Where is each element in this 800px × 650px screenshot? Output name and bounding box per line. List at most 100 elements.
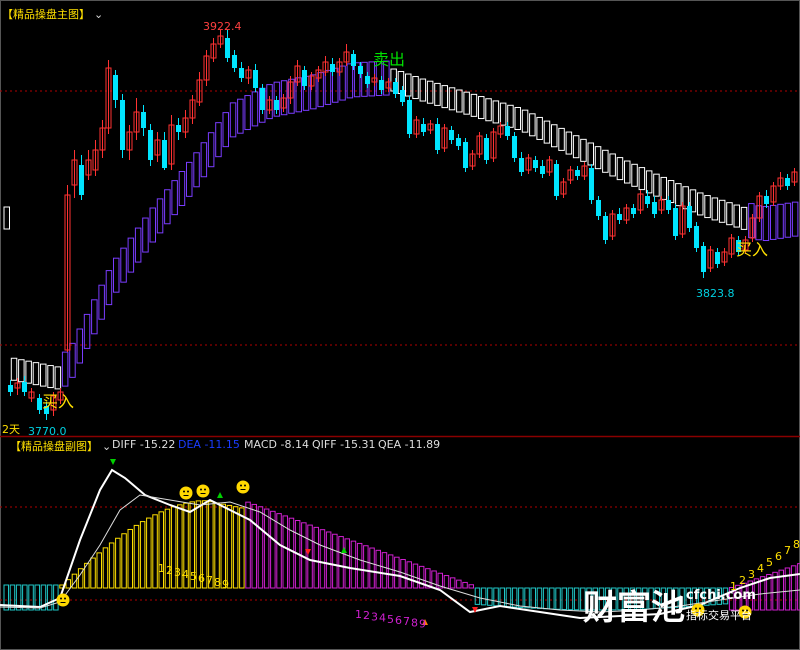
chevron-down-icon[interactable]: ⌄ bbox=[102, 440, 111, 453]
histogram-bar bbox=[456, 579, 462, 589]
histogram-bar bbox=[220, 503, 226, 589]
smiley-icon bbox=[244, 484, 246, 487]
band-box bbox=[675, 183, 682, 207]
band-box bbox=[18, 359, 25, 383]
histogram-bar bbox=[518, 587, 524, 608]
histogram-bar bbox=[449, 577, 456, 589]
band-box bbox=[697, 192, 704, 216]
candle-body bbox=[239, 68, 244, 78]
histogram-bar bbox=[121, 533, 127, 589]
count-label: 8 bbox=[411, 616, 418, 629]
band-box bbox=[638, 167, 646, 191]
candle-body bbox=[176, 125, 181, 132]
indicator-dea: DEA -11.15 bbox=[178, 438, 240, 451]
candle-body bbox=[715, 252, 720, 264]
candle-body bbox=[456, 138, 461, 146]
histogram-bar bbox=[133, 524, 140, 589]
band-box bbox=[726, 202, 733, 226]
histogram-bar bbox=[493, 587, 499, 607]
count-label: 5 bbox=[766, 556, 773, 569]
band-box bbox=[83, 313, 91, 349]
count-label: 5 bbox=[190, 570, 197, 583]
candle-body bbox=[302, 70, 307, 86]
histogram-bar bbox=[431, 570, 437, 589]
band-box bbox=[149, 207, 156, 243]
candle-body bbox=[162, 140, 167, 168]
candle-body bbox=[260, 88, 265, 110]
candle-body bbox=[617, 214, 622, 220]
candle-body bbox=[589, 168, 594, 200]
candle-body bbox=[505, 126, 510, 136]
count-label: 9 bbox=[419, 618, 426, 631]
band-box bbox=[558, 127, 565, 151]
count-label: 3 bbox=[748, 568, 755, 581]
band-box bbox=[32, 362, 40, 386]
candle-body bbox=[358, 66, 363, 74]
candle-body bbox=[694, 226, 699, 248]
histogram-bar bbox=[46, 584, 53, 611]
band-box bbox=[419, 78, 427, 102]
band-box bbox=[631, 163, 638, 187]
band-box bbox=[456, 89, 463, 113]
histogram-bar bbox=[102, 547, 109, 589]
histogram-bar bbox=[319, 529, 326, 589]
band-box bbox=[229, 102, 237, 138]
smiley-icon bbox=[187, 490, 189, 493]
histogram-bar bbox=[307, 524, 313, 589]
band-box bbox=[412, 76, 419, 100]
sell-signal: 卖出 bbox=[373, 50, 406, 69]
indicator-macd: MACD -8.14 bbox=[244, 438, 309, 451]
band-box bbox=[784, 202, 792, 238]
histogram-bar bbox=[158, 511, 164, 589]
sub-panel-title-text: 【精品操盘副图】 bbox=[10, 440, 98, 453]
main-panel-title-text: 【精品操盘主图】 bbox=[2, 8, 90, 21]
smiley-icon bbox=[183, 490, 185, 493]
count-label: 7 bbox=[784, 544, 791, 557]
count-label: 8 bbox=[214, 576, 221, 589]
band-box bbox=[164, 189, 171, 225]
histogram-bar bbox=[90, 557, 96, 589]
main-panel-title[interactable]: 【精品操盘主图】 ⌄ bbox=[2, 6, 103, 22]
histogram-bar bbox=[412, 563, 419, 589]
band-box bbox=[3, 206, 10, 230]
band-box bbox=[434, 82, 441, 106]
arrow-up-icon bbox=[217, 492, 223, 498]
high-price-label: 3922.4 bbox=[203, 20, 242, 33]
period-label: 2天 bbox=[2, 423, 20, 436]
band-box bbox=[127, 237, 135, 273]
histogram-bar bbox=[239, 507, 245, 589]
candle-body bbox=[512, 136, 517, 158]
band-box bbox=[529, 113, 536, 137]
band-box bbox=[777, 203, 784, 239]
band-box bbox=[667, 180, 675, 204]
watermark-tagline: 指标交易平台 bbox=[686, 609, 752, 622]
band-box bbox=[61, 351, 69, 387]
low-price-label-right: 3823.8 bbox=[696, 287, 735, 300]
histogram-bar bbox=[270, 510, 276, 589]
band-box bbox=[587, 142, 594, 166]
histogram-bar bbox=[338, 536, 344, 589]
histogram-bar bbox=[344, 538, 350, 589]
candle-body bbox=[379, 80, 384, 90]
histogram-bar bbox=[524, 587, 530, 609]
histogram-bar bbox=[115, 537, 121, 589]
band-box bbox=[463, 91, 470, 115]
band-box bbox=[134, 227, 142, 263]
count-label: 4 bbox=[182, 568, 189, 581]
chevron-down-icon[interactable]: ⌄ bbox=[94, 8, 103, 21]
indicator-qea: QEA -11.89 bbox=[378, 438, 441, 451]
band-box bbox=[10, 357, 18, 381]
band-box bbox=[193, 152, 200, 188]
band-box bbox=[346, 63, 354, 99]
chart-canvas: 1 2 3 4 5 6 7 8 91 2 3 4 5 6 7 8 91 2 3 4 5 6 7 8 bbox=[0, 0, 800, 650]
candle-body bbox=[407, 100, 412, 134]
band-box bbox=[156, 198, 164, 234]
candle-body bbox=[540, 166, 545, 174]
sub-panel-title[interactable]: 【精品操盘副图】 ⌄ bbox=[10, 438, 111, 454]
band-box bbox=[91, 299, 98, 335]
histogram-bar bbox=[263, 508, 270, 589]
watermark-logo: 财富池 bbox=[583, 588, 685, 628]
histogram-bar bbox=[474, 587, 481, 605]
candle-body bbox=[253, 70, 258, 88]
band-box bbox=[602, 149, 609, 173]
